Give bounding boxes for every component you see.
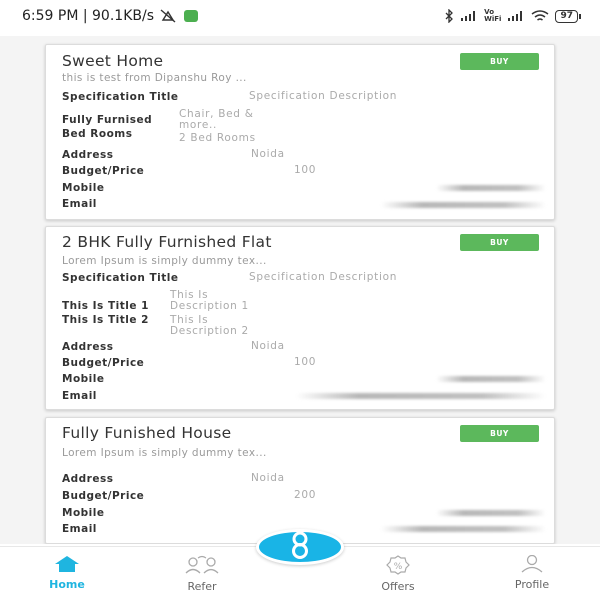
mobile-label: Mobile bbox=[62, 373, 105, 385]
buy-button[interactable]: BUY bbox=[460, 53, 539, 70]
listing-scroll-area[interactable]: Sweet Home BUY this is test from Dipansh… bbox=[0, 36, 600, 544]
nav-home[interactable]: Home bbox=[27, 555, 107, 591]
eight-logo-icon bbox=[288, 531, 312, 563]
address-label: Address bbox=[62, 473, 114, 485]
home-icon bbox=[52, 555, 82, 577]
email-label: Email bbox=[62, 523, 97, 535]
nav-refer[interactable]: Refer bbox=[162, 555, 242, 593]
signal-icon-2 bbox=[507, 10, 525, 22]
signal-icon bbox=[460, 10, 478, 22]
spec-value: This Is Description 1 bbox=[170, 290, 249, 312]
svg-text:%: % bbox=[394, 562, 403, 572]
mute-icon bbox=[160, 9, 176, 23]
listing-card[interactable]: 2 BHK Fully Furnished Flat BUY Lorem Ips… bbox=[45, 226, 555, 410]
spec-value-line: more.. bbox=[179, 119, 218, 131]
spec-value-line: Description 1 bbox=[170, 300, 249, 312]
nav-profile[interactable]: Profile bbox=[492, 554, 572, 591]
listing-card[interactable]: Fully Funished House BUY Lorem Ipsum is … bbox=[45, 417, 555, 544]
spec-desc-label: Specification Description bbox=[249, 90, 398, 102]
status-time-speed: 6:59 PM | 90.1KB/s bbox=[22, 8, 154, 24]
offers-icon: % bbox=[378, 555, 418, 579]
email-label: Email bbox=[62, 390, 97, 402]
wifi-icon bbox=[531, 9, 549, 23]
address-value: Noida bbox=[251, 148, 285, 160]
listing-subtitle: Lorem Ipsum is simply dummy tex... bbox=[62, 255, 267, 267]
budget-label: Budget/Price bbox=[62, 357, 145, 369]
mobile-value-redacted bbox=[436, 376, 546, 382]
budget-label: Budget/Price bbox=[62, 165, 145, 177]
email-value-redacted bbox=[381, 202, 546, 208]
spec-desc-label: Specification Description bbox=[249, 271, 398, 283]
buy-button[interactable]: BUY bbox=[460, 234, 539, 251]
spec-label: Fully Furnised bbox=[62, 114, 153, 126]
budget-value: 100 bbox=[294, 356, 317, 368]
mobile-label: Mobile bbox=[62, 507, 105, 519]
listing-title: 2 BHK Fully Furnished Flat bbox=[62, 233, 272, 251]
spec-value: Chair, Bed & more.. bbox=[179, 109, 254, 131]
mobile-label: Mobile bbox=[62, 182, 105, 194]
nav-offers[interactable]: % Offers bbox=[358, 555, 438, 593]
spec-title-label: Specification Title bbox=[62, 91, 179, 103]
nav-refer-label: Refer bbox=[187, 580, 217, 593]
listing-subtitle: this is test from Dipanshu Roy ... bbox=[62, 72, 247, 84]
mobile-value-redacted bbox=[436, 510, 546, 516]
center-app-button[interactable] bbox=[256, 529, 344, 565]
email-label: Email bbox=[62, 198, 97, 210]
profile-icon bbox=[517, 554, 547, 577]
nav-home-label: Home bbox=[49, 578, 85, 591]
vowifi-bottom-text: WiFi bbox=[484, 15, 502, 23]
spec-label: This Is Title 1 bbox=[62, 300, 149, 312]
budget-value: 200 bbox=[294, 489, 317, 501]
address-label: Address bbox=[62, 149, 114, 161]
status-bar: 6:59 PM | 90.1KB/s Vo WiFi 97 bbox=[0, 0, 600, 32]
listing-title: Sweet Home bbox=[62, 52, 164, 70]
spec-label: Bed Rooms bbox=[62, 128, 133, 140]
nav-profile-label: Profile bbox=[514, 578, 550, 591]
battery-indicator: 97 bbox=[555, 9, 581, 23]
spec-value: This Is Description 2 bbox=[170, 315, 249, 337]
buy-button[interactable]: BUY bbox=[460, 425, 539, 442]
listing-title: Fully Funished House bbox=[62, 424, 232, 442]
listing-card[interactable]: Sweet Home BUY this is test from Dipansh… bbox=[45, 44, 555, 220]
refer-icon bbox=[182, 555, 222, 579]
address-label: Address bbox=[62, 341, 114, 353]
budget-label: Budget/Price bbox=[62, 490, 145, 502]
app-notification-icon bbox=[184, 10, 198, 22]
listing-subtitle: Lorem Ipsum is simply dummy tex... bbox=[62, 447, 267, 459]
email-value-redacted bbox=[381, 526, 546, 532]
bluetooth-icon bbox=[444, 9, 454, 23]
vowifi-indicator: Vo WiFi bbox=[484, 9, 501, 23]
spec-title-label: Specification Title bbox=[62, 272, 179, 284]
email-value-redacted bbox=[296, 393, 546, 399]
spec-label: This Is Title 2 bbox=[62, 314, 149, 326]
spec-value: 2 Bed Rooms bbox=[179, 132, 256, 144]
spec-value-line: Description 2 bbox=[170, 325, 249, 337]
address-value: Noida bbox=[251, 340, 285, 352]
mobile-value-redacted bbox=[436, 185, 546, 191]
address-value: Noida bbox=[251, 472, 285, 484]
nav-offers-label: Offers bbox=[381, 580, 415, 593]
budget-value: 100 bbox=[294, 164, 317, 176]
